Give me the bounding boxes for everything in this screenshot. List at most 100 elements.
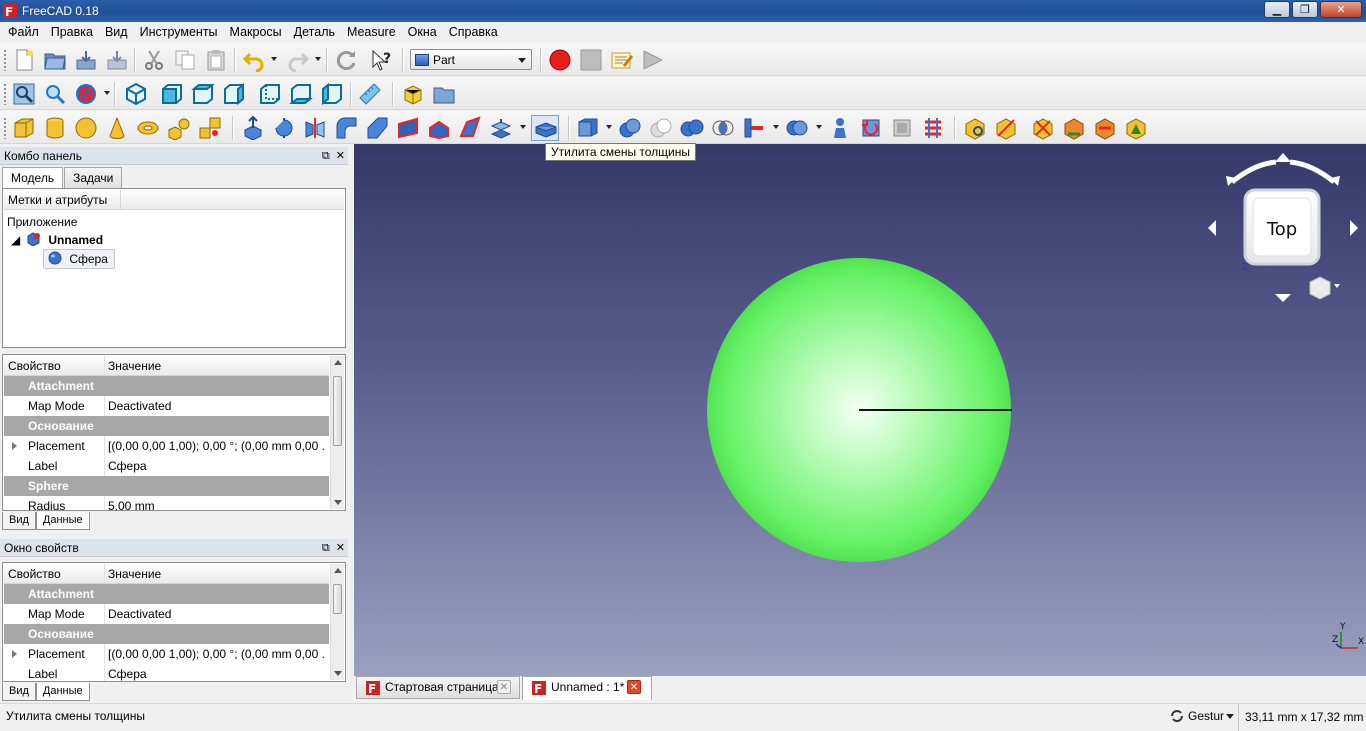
float-icon[interactable]: ⧉ <box>322 150 330 162</box>
open-icon[interactable] <box>43 48 67 72</box>
fit-selection-icon[interactable] <box>43 82 67 106</box>
menu-measure[interactable]: Measure <box>341 22 402 43</box>
left-view-icon[interactable] <box>320 82 344 106</box>
save-as-icon[interactable] <box>105 48 129 72</box>
float-icon[interactable]: ⧉ <box>322 542 330 554</box>
redo-dropdown[interactable] <box>315 57 321 61</box>
tree-item-sphere[interactable]: Сфера <box>43 249 115 269</box>
undo-icon[interactable] <box>242 48 266 72</box>
menu-file[interactable]: Файл <box>2 22 45 43</box>
tab-unnamed-document[interactable]: F Unnamed : 1* ✕ <box>522 676 652 700</box>
extrude-icon[interactable] <box>241 116 265 140</box>
cut-solid-icon[interactable] <box>649 116 673 140</box>
measure-toggle-3d-icon[interactable] <box>1093 116 1117 140</box>
close-button[interactable]: ✕ <box>1320 1 1362 18</box>
whats-this-icon[interactable]: ? <box>370 48 394 72</box>
navigation-style-button[interactable]: Gestur <box>1170 709 1235 723</box>
macro-edit-icon[interactable] <box>610 48 634 72</box>
menu-windows[interactable]: Окна <box>402 22 443 43</box>
toolbar-grip[interactable] <box>3 117 7 139</box>
create-group-icon[interactable] <box>432 82 456 106</box>
view-menu-cube-icon[interactable] <box>1309 276 1331 300</box>
menu-view[interactable]: Вид <box>99 22 134 43</box>
measure-distance-icon[interactable] <box>358 82 382 106</box>
menu-tools[interactable]: Инструменты <box>134 22 224 43</box>
property-value[interactable]: [(0,00 0,00 1,00); 0,00 °; (0,00 mm 0,00… <box>108 436 324 456</box>
tab-model[interactable]: Модель <box>2 167 64 189</box>
check-geometry-icon[interactable] <box>828 116 852 140</box>
menu-edit[interactable]: Правка <box>45 22 99 43</box>
split-dropdown[interactable] <box>816 125 822 129</box>
rotate-right-icon[interactable] <box>1289 159 1336 184</box>
scrollbar-thumb[interactable] <box>333 584 342 614</box>
property-scrollbar[interactable] <box>330 564 344 680</box>
tab-data[interactable]: Данные <box>35 512 90 530</box>
property-row[interactable]: Label Сфера <box>4 664 329 681</box>
property-row[interactable]: Placement [(0,00 0,00 1,00); 0,00 °; (0,0… <box>4 644 329 664</box>
navcube-top-face[interactable]: Top <box>1266 219 1297 240</box>
cut-icon[interactable] <box>142 48 166 72</box>
property-row[interactable]: Label Сфера <box>4 456 329 476</box>
revolve-icon[interactable] <box>272 116 296 140</box>
property-row[interactable]: Radius 5,00 mm <box>4 496 329 510</box>
defeaturing-icon[interactable] <box>859 116 883 140</box>
menu-macros[interactable]: Макросы <box>224 22 288 43</box>
view-menu-arrow[interactable] <box>1334 284 1340 288</box>
common-icon[interactable] <box>711 116 735 140</box>
top-view-icon[interactable] <box>191 82 215 106</box>
close-tab-icon[interactable]: ✕ <box>627 680 641 694</box>
fit-all-icon[interactable] <box>12 82 36 106</box>
tab-view[interactable]: Вид <box>2 512 36 530</box>
property-value[interactable]: [(0,00 0,00 1,00); 0,00 °; (0,00 mm 0,00… <box>108 644 324 664</box>
navigation-cube[interactable]: Top Z <box>1208 153 1358 302</box>
isometric-view-icon[interactable] <box>124 82 148 106</box>
macro-stop-icon[interactable] <box>579 48 603 72</box>
offset-dropdown[interactable] <box>520 125 526 129</box>
toolbar-grip[interactable] <box>3 83 7 105</box>
expand-arrow-icon[interactable] <box>12 650 17 658</box>
3d-view[interactable]: Top Z Y X Z <box>354 144 1366 676</box>
property-value[interactable]: Сфера <box>108 664 324 681</box>
thickness-tool-button[interactable] <box>531 115 559 141</box>
tab-data[interactable]: Данные <box>35 683 90 701</box>
boolean-icon[interactable] <box>618 116 642 140</box>
paste-icon[interactable] <box>204 48 228 72</box>
cylinder-icon[interactable] <box>43 116 67 140</box>
join-features-icon[interactable] <box>742 116 766 140</box>
minimize-button[interactable]: ▁ <box>1264 1 1290 18</box>
expand-arrow-icon[interactable] <box>12 442 17 450</box>
property-row[interactable]: Placement [(0,00 0,00 1,00); 0,00 °; (0,0… <box>4 436 329 456</box>
tree-expand-icon[interactable]: ◢ <box>11 231 20 249</box>
cube-icon[interactable] <box>12 116 36 140</box>
loft-icon[interactable] <box>458 116 482 140</box>
draw-style-dropdown[interactable] <box>104 91 110 95</box>
workbench-selector[interactable]: Part <box>410 49 532 70</box>
save-icon[interactable] <box>74 48 98 72</box>
property-value[interactable]: Deactivated <box>108 396 324 416</box>
scrollbar-thumb[interactable] <box>333 376 342 446</box>
property-value[interactable]: Deactivated <box>108 604 324 624</box>
tab-start-page[interactable]: F Стартовая страница ✕ <box>356 676 520 699</box>
arrow-left-icon[interactable] <box>1208 220 1216 236</box>
toolbar-grip[interactable] <box>3 49 7 71</box>
arrow-right-icon[interactable] <box>1350 220 1358 236</box>
scroll-down-icon[interactable] <box>334 671 342 676</box>
arrow-down-icon[interactable] <box>1275 294 1291 302</box>
chamfer-icon[interactable] <box>365 116 389 140</box>
undo-dropdown[interactable] <box>271 57 277 61</box>
arrow-up-icon[interactable] <box>1275 153 1291 162</box>
cross-sections-icon[interactable] <box>890 116 914 140</box>
cone-icon[interactable] <box>105 116 129 140</box>
property-row[interactable]: Map Mode Deactivated <box>4 604 329 624</box>
close-icon[interactable]: ✕ <box>336 542 345 554</box>
mirror-icon[interactable] <box>303 116 327 140</box>
property-scrollbar[interactable] <box>330 356 344 509</box>
tree-item-document[interactable]: Unnamed <box>27 231 103 249</box>
create-part-icon[interactable] <box>401 82 425 106</box>
menu-help[interactable]: Справка <box>443 22 504 43</box>
measure-linear-icon[interactable] <box>963 116 987 140</box>
shape-builder-icon[interactable] <box>198 116 222 140</box>
fillet-icon[interactable] <box>334 116 358 140</box>
compound-tools-icon[interactable] <box>576 116 600 140</box>
ruled-surface-icon[interactable] <box>427 116 451 140</box>
